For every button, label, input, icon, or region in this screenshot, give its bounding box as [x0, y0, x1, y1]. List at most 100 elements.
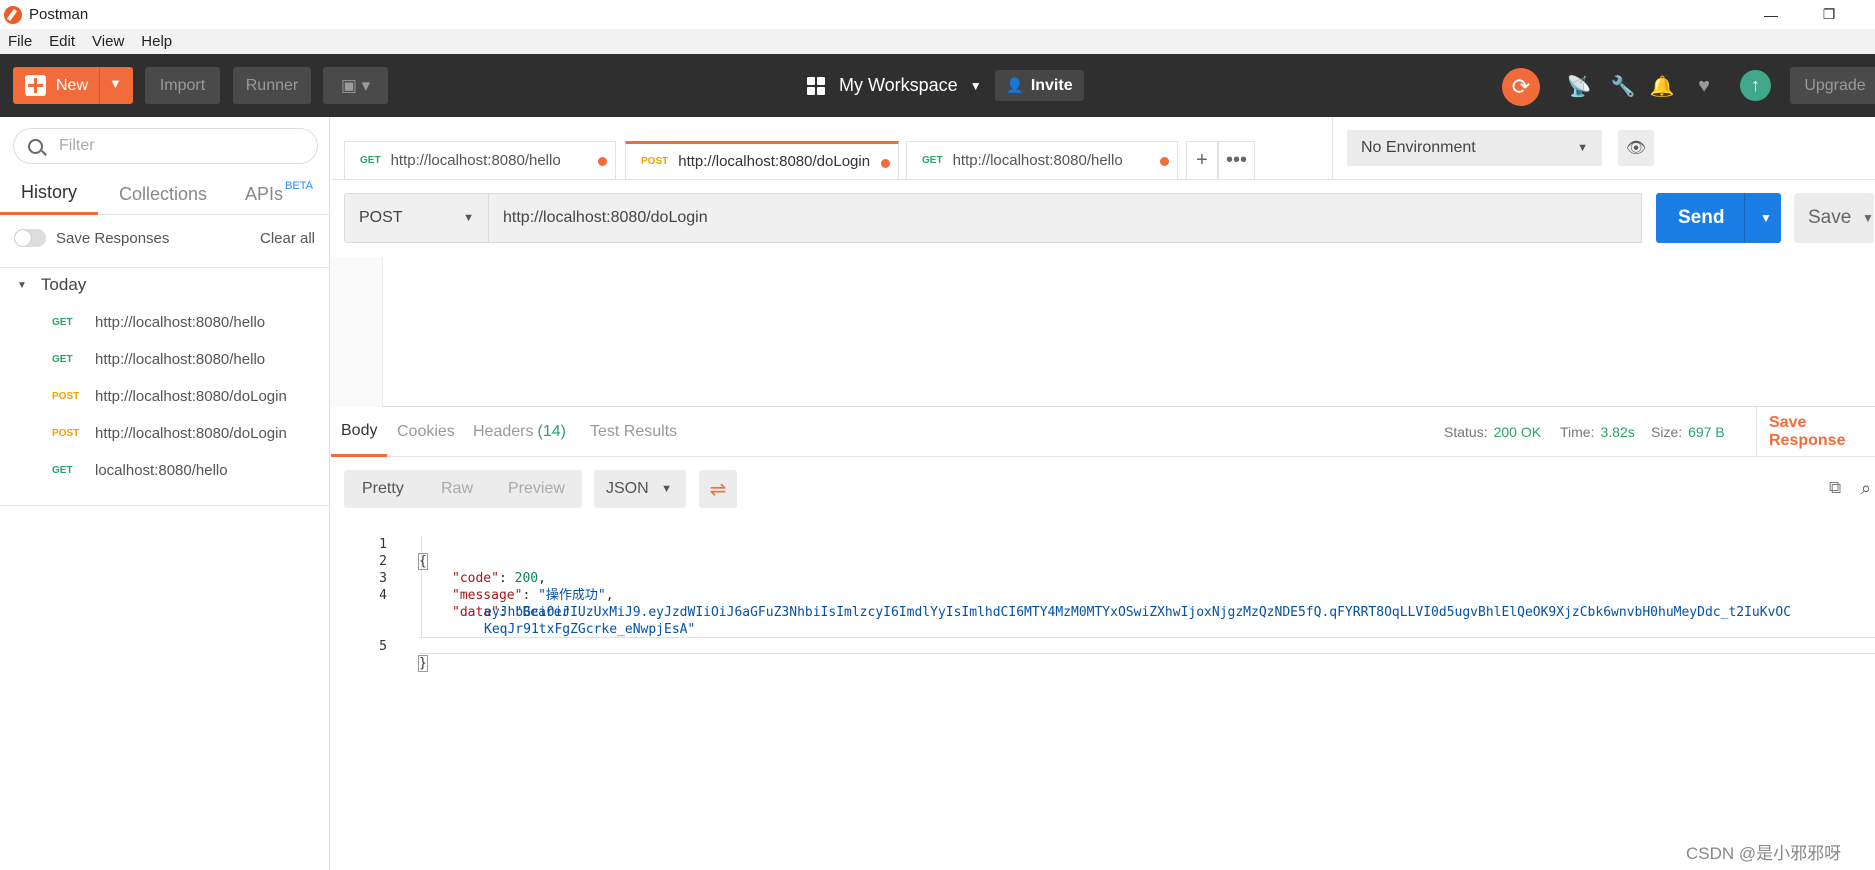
chevron-down-icon: ▼ [1862, 211, 1874, 225]
runner-button[interactable]: Runner [233, 67, 311, 104]
tab-body[interactable]: Body [331, 407, 388, 457]
history-item-url: http://localhost:8080/hello [95, 350, 266, 368]
unsaved-dot-icon [1160, 157, 1169, 166]
eye-icon[interactable]: 👁 [1618, 130, 1654, 166]
history-item[interactable]: GET localhost:8080/hello [0, 455, 330, 485]
invite-button[interactable]: 👤 Invite [995, 70, 1084, 101]
minimize-button[interactable]: — [1748, 0, 1794, 29]
request-tab-active[interactable]: POST http://localhost:8080/doLogin [625, 141, 899, 179]
history-item[interactable]: POST http://localhost:8080/doLogin [0, 418, 330, 448]
new-button-label: New [56, 76, 89, 94]
watermark: CSDN @是小邪邪呀 [1686, 844, 1842, 863]
line-number: 5 [379, 639, 387, 654]
request-bar: POST ▼ http://localhost:8080/doLogin Sen… [344, 193, 1874, 243]
tab-history[interactable]: History [0, 173, 99, 215]
status-label: Status: [1444, 424, 1488, 440]
tab-test-results[interactable]: Test Results [590, 407, 677, 457]
history-item[interactable]: GET http://localhost:8080/hello [0, 344, 330, 374]
menu-view[interactable]: View [92, 33, 124, 50]
size-value: 697 B [1688, 424, 1725, 440]
save-responses-toggle[interactable] [14, 229, 46, 247]
tab-apis-label: APIs [245, 183, 284, 204]
filter-input[interactable]: Filter [13, 128, 318, 164]
tab-collections[interactable]: Collections [119, 173, 207, 215]
add-tab-icon[interactable]: + [1186, 141, 1218, 179]
request-body-editor[interactable] [331, 257, 1875, 407]
save-response-button[interactable]: Save Response [1756, 407, 1875, 457]
preview-button[interactable]: Preview [508, 470, 565, 508]
workspace-selector[interactable]: My Workspace ▼ [807, 67, 982, 104]
top-toolbar: New ▼ Import Runner ▣ ▾ My Workspace ▼ 👤… [0, 54, 1875, 117]
request-tab-method: POST [641, 156, 669, 167]
tab-headers-label: Headers [473, 423, 534, 440]
menu-bar: File Edit View Help [0, 29, 1875, 54]
environment-panel: No Environment ▼ 👁 [1332, 117, 1875, 180]
menu-file[interactable]: File [8, 33, 32, 50]
current-line-highlight [419, 637, 1875, 654]
search-icon [28, 138, 43, 154]
status-value: 200 OK [1493, 424, 1542, 440]
maximize-button[interactable]: ❐ [1806, 0, 1852, 29]
chevron-down-icon: ▼ [661, 483, 672, 495]
response-body-code[interactable]: 1 { 2 "code": 200, 3 "message": "操作成功", … [331, 519, 1875, 672]
request-tab[interactable]: GET http://localhost:8080/hello [344, 141, 616, 179]
url-input[interactable]: http://localhost:8080/doLogin [489, 193, 1642, 243]
new-window-button[interactable]: ▣ ▾ [323, 67, 388, 104]
save-button[interactable]: Save ▼ [1794, 193, 1874, 243]
request-tab-method: GET [360, 155, 381, 166]
format-select[interactable]: JSON ▼ [594, 470, 686, 508]
add-user-icon: 👤 [1006, 77, 1024, 93]
sidebar-tabs: History Collections APIs BETA [0, 173, 330, 215]
satellite-icon[interactable]: 📡 [1565, 72, 1593, 100]
chevron-down-icon: ▼ [1577, 142, 1588, 154]
sync-icon[interactable]: ⟳ [1502, 68, 1540, 106]
save-responses-row: Save Responses Clear all [14, 225, 330, 251]
history-item-method: GET [52, 353, 73, 365]
history-item[interactable]: GET http://localhost:8080/hello [0, 307, 330, 337]
history-item-method: POST [52, 427, 80, 439]
send-button[interactable]: Send ▼ [1656, 193, 1781, 243]
send-dropdown-caret-icon[interactable]: ▼ [1760, 211, 1772, 225]
copy-icon[interactable]: ⧉ [1829, 478, 1849, 498]
menu-edit[interactable]: Edit [49, 33, 75, 50]
new-dropdown-caret-icon[interactable]: ▼ [109, 76, 122, 91]
history-group-today[interactable]: ▼ Today [17, 275, 86, 295]
environment-select[interactable]: No Environment ▼ [1347, 130, 1602, 166]
send-label: Send [1678, 207, 1725, 228]
chevron-down-icon: ▼ [969, 78, 982, 93]
history-item[interactable]: POST http://localhost:8080/doLogin [0, 381, 330, 411]
clear-all-button[interactable]: Clear all [260, 230, 315, 247]
new-button[interactable]: New ▼ [13, 67, 133, 104]
tab-headers[interactable]: Headers (14) [473, 407, 566, 457]
more-options-icon[interactable]: ••• [1218, 141, 1255, 179]
response-tabs: Body Cookies Headers (14) Test Results S… [331, 407, 1875, 457]
upgrade-button[interactable]: Upgrade [1790, 67, 1875, 104]
raw-button[interactable]: Raw [441, 470, 473, 508]
tab-cookies[interactable]: Cookies [397, 407, 455, 457]
menu-help[interactable]: Help [141, 33, 172, 50]
history-item-url: http://localhost:8080/doLogin [95, 424, 287, 442]
workspace-grid-icon [807, 76, 825, 95]
size-info: Size: 697 B [1651, 407, 1725, 457]
title-bar: Postman — ❐ [0, 0, 1875, 29]
code-line-wrap: KeqJr91txFgZGcrke_eNwpjEsA" [331, 604, 1875, 637]
import-button[interactable]: Import [145, 67, 220, 104]
code-token: } [418, 655, 428, 672]
new-window-icon: ▣ ▾ [340, 75, 371, 95]
interceptor-icon[interactable]: 🔧 [1609, 72, 1637, 100]
tab-apis[interactable]: APIs BETA [245, 173, 313, 215]
heart-icon[interactable]: ♥ [1690, 72, 1718, 100]
sidebar: Filter History Collections APIs BETA Save… [0, 117, 330, 870]
avatar[interactable]: ↑ [1740, 70, 1771, 101]
search-icon[interactable]: ⌕ [1861, 478, 1875, 498]
notifications-bell-icon[interactable]: 🔔 [1648, 72, 1676, 100]
code-line: 4 "data": "Bearer [331, 570, 1875, 620]
pretty-button[interactable]: Pretty [362, 470, 404, 508]
request-tab-method: GET [922, 155, 943, 166]
code-line: 3 "message": "操作成功", [331, 553, 1875, 603]
method-value: POST [359, 209, 403, 226]
method-select[interactable]: POST ▼ [344, 193, 489, 243]
code-line-wrap: eyJhbGciOiJIUzUxMiJ9.eyJzdWIiOiJ6aGFuZ3N… [331, 587, 1875, 620]
request-tab[interactable]: GET http://localhost:8080/hello [906, 141, 1178, 179]
wrap-lines-icon[interactable]: ⇌ [699, 470, 737, 508]
